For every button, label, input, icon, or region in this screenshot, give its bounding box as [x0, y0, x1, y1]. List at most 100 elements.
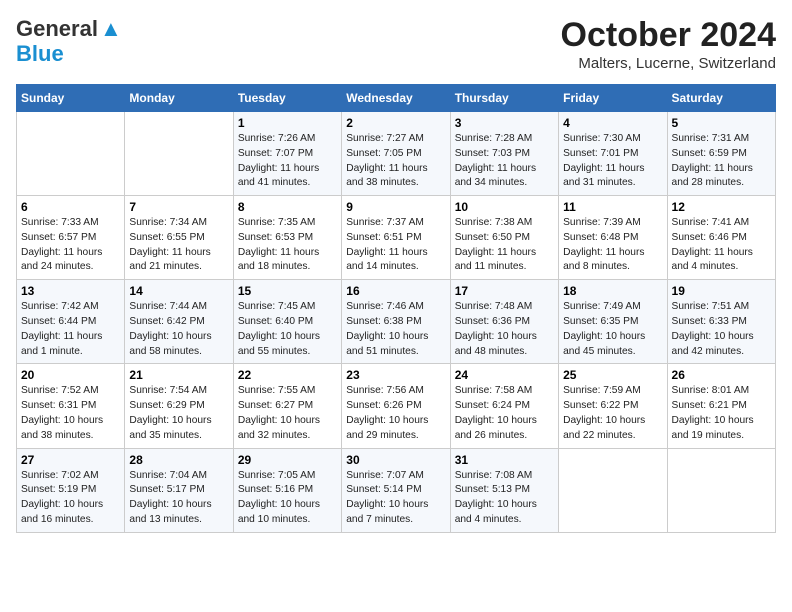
calendar-day-cell: 31 Sunrise: 7:08 AM Sunset: 5:13 PM Dayli… [450, 448, 558, 532]
calendar-day-cell: 7 Sunrise: 7:34 AM Sunset: 6:55 PM Daylig… [125, 196, 233, 280]
day-number: 7 [129, 200, 228, 214]
calendar-week-row: 6 Sunrise: 7:33 AM Sunset: 6:57 PM Daylig… [17, 196, 776, 280]
day-info: Sunrise: 7:59 AM Sunset: 6:22 PM Dayligh… [563, 384, 662, 443]
calendar-day-cell: 18 Sunrise: 7:49 AM Sunset: 6:35 PM Dayli… [559, 280, 667, 364]
calendar-day-cell: 13Sunrise: 7:42 AM Sunset: 6:44 PM Dayli… [17, 280, 125, 364]
calendar-day-cell [125, 112, 233, 196]
day-number: 2 [346, 116, 445, 130]
day-info: Sunrise: 7:52 AM Sunset: 6:31 PM Dayligh… [21, 384, 120, 443]
calendar-day-cell: 1Sunrise: 7:26 AM Sunset: 7:07 PM Daylig… [233, 112, 341, 196]
calendar-day-cell: 27 Sunrise: 7:02 AM Sunset: 5:19 PM Dayli… [17, 448, 125, 532]
calendar-day-cell: 14 Sunrise: 7:44 AM Sunset: 6:42 PM Dayli… [125, 280, 233, 364]
day-number: 9 [346, 200, 445, 214]
day-number: 14 [129, 284, 228, 298]
weekday-header-cell: Sunday [17, 85, 125, 112]
day-number: 17 [455, 284, 554, 298]
day-number: 8 [238, 200, 337, 214]
day-number: 4 [563, 116, 662, 130]
calendar-day-cell: 15Sunrise: 7:45 AM Sunset: 6:40 PM Dayli… [233, 280, 341, 364]
logo-blue-text: Blue [16, 41, 64, 66]
day-info: Sunrise: 7:28 AM Sunset: 7:03 PM Dayligh… [455, 132, 554, 191]
day-number: 3 [455, 116, 554, 130]
weekday-header-cell: Wednesday [342, 85, 450, 112]
weekday-header-cell: Monday [125, 85, 233, 112]
calendar-day-cell: 23 Sunrise: 7:56 AM Sunset: 6:26 PM Dayli… [342, 364, 450, 448]
day-info: Sunrise: 7:48 AM Sunset: 6:36 PM Dayligh… [455, 300, 554, 359]
calendar-day-cell: 17 Sunrise: 7:48 AM Sunset: 6:36 PM Dayli… [450, 280, 558, 364]
calendar-day-cell: 3 Sunrise: 7:28 AM Sunset: 7:03 PM Daylig… [450, 112, 558, 196]
day-number: 29 [238, 453, 337, 467]
day-number: 27 [21, 453, 120, 467]
calendar-day-cell: 20 Sunrise: 7:52 AM Sunset: 6:31 PM Dayli… [17, 364, 125, 448]
day-info: Sunrise: 7:34 AM Sunset: 6:55 PM Dayligh… [129, 216, 228, 275]
calendar-day-cell [559, 448, 667, 532]
day-info: Sunrise: 7:33 AM Sunset: 6:57 PM Dayligh… [21, 216, 120, 275]
day-info: Sunrise: 7:54 AM Sunset: 6:29 PM Dayligh… [129, 384, 228, 443]
calendar-day-cell: 4 Sunrise: 7:30 AM Sunset: 7:01 PM Daylig… [559, 112, 667, 196]
day-number: 23 [346, 368, 445, 382]
calendar-day-cell: 16Sunrise: 7:46 AM Sunset: 6:38 PM Dayli… [342, 280, 450, 364]
day-number: 11 [563, 200, 662, 214]
day-info: Sunrise: 8:01 AM Sunset: 6:21 PM Dayligh… [672, 384, 771, 443]
calendar-day-cell: 8 Sunrise: 7:35 AM Sunset: 6:53 PM Daylig… [233, 196, 341, 280]
calendar-week-row: 27 Sunrise: 7:02 AM Sunset: 5:19 PM Dayli… [17, 448, 776, 532]
day-info: Sunrise: 7:39 AM Sunset: 6:48 PM Dayligh… [563, 216, 662, 275]
day-info: Sunrise: 7:30 AM Sunset: 7:01 PM Dayligh… [563, 132, 662, 191]
day-number: 6 [21, 200, 120, 214]
day-info: Sunrise: 7:08 AM Sunset: 5:13 PM Dayligh… [455, 469, 554, 528]
calendar-week-row: 1Sunrise: 7:26 AM Sunset: 7:07 PM Daylig… [17, 112, 776, 196]
calendar-day-cell: 22Sunrise: 7:55 AM Sunset: 6:27 PM Dayli… [233, 364, 341, 448]
calendar-day-cell: 9 Sunrise: 7:37 AM Sunset: 6:51 PM Daylig… [342, 196, 450, 280]
day-number: 19 [672, 284, 771, 298]
weekday-header-cell: Thursday [450, 85, 558, 112]
title-block: October 2024 Malters, Lucerne, Switzerla… [561, 16, 776, 72]
month-title: October 2024 [561, 16, 776, 55]
calendar-table: SundayMondayTuesdayWednesdayThursdayFrid… [16, 84, 776, 533]
day-number: 31 [455, 453, 554, 467]
page-header: General▲ Blue October 2024 Malters, Luce… [16, 16, 776, 72]
calendar-day-cell: 26 Sunrise: 8:01 AM Sunset: 6:21 PM Dayli… [667, 364, 775, 448]
weekday-header-cell: Tuesday [233, 85, 341, 112]
day-number: 13 [21, 284, 120, 298]
calendar-week-row: 20 Sunrise: 7:52 AM Sunset: 6:31 PM Dayli… [17, 364, 776, 448]
calendar-day-cell [17, 112, 125, 196]
day-info: Sunrise: 7:37 AM Sunset: 6:51 PM Dayligh… [346, 216, 445, 275]
calendar-day-cell: 12 Sunrise: 7:41 AM Sunset: 6:46 PM Dayli… [667, 196, 775, 280]
day-number: 12 [672, 200, 771, 214]
day-info: Sunrise: 7:02 AM Sunset: 5:19 PM Dayligh… [21, 469, 120, 528]
calendar-day-cell: 30Sunrise: 7:07 AM Sunset: 5:14 PM Dayli… [342, 448, 450, 532]
day-info: Sunrise: 7:07 AM Sunset: 5:14 PM Dayligh… [346, 469, 445, 528]
day-info: Sunrise: 7:05 AM Sunset: 5:16 PM Dayligh… [238, 469, 337, 528]
day-number: 15 [238, 284, 337, 298]
day-number: 20 [21, 368, 120, 382]
calendar-day-cell: 6 Sunrise: 7:33 AM Sunset: 6:57 PM Daylig… [17, 196, 125, 280]
logo: General▲ Blue [16, 16, 122, 67]
calendar-day-cell: 2 Sunrise: 7:27 AM Sunset: 7:05 PM Daylig… [342, 112, 450, 196]
day-info: Sunrise: 7:41 AM Sunset: 6:46 PM Dayligh… [672, 216, 771, 275]
calendar-day-cell: 28 Sunrise: 7:04 AM Sunset: 5:17 PM Dayli… [125, 448, 233, 532]
day-info: Sunrise: 7:44 AM Sunset: 6:42 PM Dayligh… [129, 300, 228, 359]
calendar-week-row: 13Sunrise: 7:42 AM Sunset: 6:44 PM Dayli… [17, 280, 776, 364]
weekday-header-row: SundayMondayTuesdayWednesdayThursdayFrid… [17, 85, 776, 112]
day-info: Sunrise: 7:04 AM Sunset: 5:17 PM Dayligh… [129, 469, 228, 528]
day-info: Sunrise: 7:38 AM Sunset: 6:50 PM Dayligh… [455, 216, 554, 275]
calendar-day-cell: 19 Sunrise: 7:51 AM Sunset: 6:33 PM Dayli… [667, 280, 775, 364]
location-title: Malters, Lucerne, Switzerland [561, 55, 776, 72]
calendar-day-cell: 10Sunrise: 7:38 AM Sunset: 6:50 PM Dayli… [450, 196, 558, 280]
day-number: 5 [672, 116, 771, 130]
calendar-body: 1Sunrise: 7:26 AM Sunset: 7:07 PM Daylig… [17, 112, 776, 533]
calendar-day-cell: 25 Sunrise: 7:59 AM Sunset: 6:22 PM Dayli… [559, 364, 667, 448]
day-info: Sunrise: 7:56 AM Sunset: 6:26 PM Dayligh… [346, 384, 445, 443]
day-number: 26 [672, 368, 771, 382]
calendar-day-cell [667, 448, 775, 532]
day-info: Sunrise: 7:49 AM Sunset: 6:35 PM Dayligh… [563, 300, 662, 359]
day-info: Sunrise: 7:58 AM Sunset: 6:24 PM Dayligh… [455, 384, 554, 443]
day-info: Sunrise: 7:27 AM Sunset: 7:05 PM Dayligh… [346, 132, 445, 191]
day-number: 18 [563, 284, 662, 298]
weekday-header-cell: Friday [559, 85, 667, 112]
day-info: Sunrise: 7:35 AM Sunset: 6:53 PM Dayligh… [238, 216, 337, 275]
day-info: Sunrise: 7:55 AM Sunset: 6:27 PM Dayligh… [238, 384, 337, 443]
day-number: 28 [129, 453, 228, 467]
day-number: 25 [563, 368, 662, 382]
day-info: Sunrise: 7:51 AM Sunset: 6:33 PM Dayligh… [672, 300, 771, 359]
